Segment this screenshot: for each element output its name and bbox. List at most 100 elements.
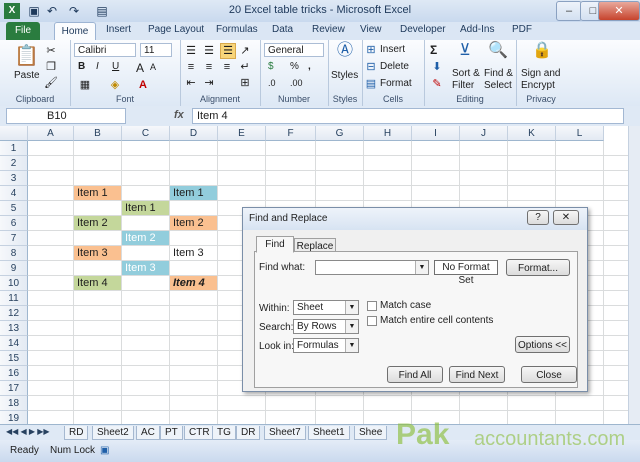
align-center-icon[interactable]: ≡ [202,60,216,74]
sheet-tab-sheet1[interactable]: Sheet1 [308,426,350,440]
fill-icon[interactable]: ⬇ [430,60,444,74]
row-header-5[interactable]: 5 [0,201,28,216]
merge-center-icon[interactable]: ⊞ [238,76,252,90]
sheet-tab-sheet2[interactable]: Sheet2 [92,426,134,440]
tab-add-ins[interactable]: Add-Ins [460,24,494,35]
sheet-tab-ctr[interactable]: CTR [184,426,215,440]
sign-encrypt-icon[interactable]: 🔒 [532,43,552,64]
match-entire-checkbox[interactable] [367,316,377,326]
formula-input[interactable]: Item 4 [192,108,624,124]
tab-insert[interactable]: Insert [106,24,131,35]
font-color-icon[interactable]: A [136,78,150,92]
row-header-16[interactable]: 16 [0,366,28,381]
format-painter-icon[interactable]: 🖌 [44,76,58,90]
row-header-17[interactable]: 17 [0,381,28,396]
shrink-font-button[interactable]: A [150,62,156,72]
sheet-tab-dr[interactable]: DR [236,426,261,440]
cell-b6[interactable]: Item 2 [74,216,121,230]
tab-file[interactable]: File [6,22,40,40]
cell-d8[interactable]: Item 3 [170,246,217,260]
row-header-2[interactable]: 2 [0,156,28,171]
column-header-a[interactable]: A [28,126,74,141]
format-cells-icon[interactable]: ▤ [364,77,378,91]
row-header-9[interactable]: 9 [0,261,28,276]
sort-filter-icon[interactable]: ⊻ [456,43,474,64]
column-header-g[interactable]: G [316,126,364,141]
font-family-select[interactable]: Calibri [74,43,136,57]
comma-button[interactable]: , [308,61,311,72]
clear-icon[interactable]: ✎ [430,77,444,91]
tab-developer[interactable]: Developer [400,24,446,35]
row-header-13[interactable]: 13 [0,321,28,336]
column-header-h[interactable]: H [364,126,412,141]
row-header-8[interactable]: 8 [0,246,28,261]
sheet-tab-sheet7[interactable]: Sheet7 [264,426,306,440]
increase-decimal-button[interactable]: .0 [268,78,276,88]
tab-data[interactable]: Data [272,24,293,35]
row-header-12[interactable]: 12 [0,306,28,321]
find-select-icon[interactable]: 🔍 [488,43,508,64]
fill-color-icon[interactable]: ◈ [108,78,122,92]
orientation-icon[interactable]: ↗ [238,44,252,58]
cell-b10[interactable]: Item 4 [74,276,121,290]
sort-button[interactable]: Sort & [452,68,480,79]
sign-button[interactable]: Sign and [521,68,560,79]
look-in-select[interactable]: Formulas ▼ [293,338,359,353]
row-header-6[interactable]: 6 [0,216,28,231]
row-header-15[interactable]: 15 [0,351,28,366]
match-case-checkbox[interactable] [367,301,377,311]
delete-button[interactable]: Delete [380,61,409,72]
format-dropdown-button[interactable]: Format... [506,259,570,276]
options-button[interactable]: Options << [515,336,570,353]
column-header-l[interactable]: L [556,126,604,141]
sheet-tab-rd[interactable]: RD [64,426,89,440]
column-header-i[interactable]: I [412,126,460,141]
tab-home[interactable]: Home [54,22,96,41]
decrease-decimal-button[interactable]: .00 [290,78,303,88]
look-in-dropdown-icon[interactable]: ▼ [345,339,358,352]
tab-page-layout[interactable]: Page Layout [148,24,204,35]
search-select[interactable]: By Rows ▼ [293,319,359,334]
tab-pdf[interactable]: PDF [512,24,532,35]
tab-find[interactable]: Find [256,236,294,253]
wrap-text-icon[interactable]: ↵ [238,60,252,74]
cell-c9[interactable]: Item 3 [122,261,169,275]
column-header-j[interactable]: J [460,126,508,141]
format-button[interactable]: Format [380,78,412,89]
find-what-input[interactable]: ▼ [315,260,429,275]
underline-button[interactable]: U [112,61,119,72]
encrypt-button[interactable]: Encrypt [521,80,555,91]
select-button[interactable]: Select [484,80,512,91]
find-button[interactable]: Find & [484,68,513,79]
decrease-indent-icon[interactable]: ⇤ [184,76,198,90]
tab-review[interactable]: Review [312,24,345,35]
insert-button[interactable]: Insert [380,44,405,55]
row-header-14[interactable]: 14 [0,336,28,351]
column-header-k[interactable]: K [508,126,556,141]
font-size-select[interactable]: 11 [140,43,172,57]
tab-formulas[interactable]: Formulas [216,24,258,35]
close-button[interactable]: Close [521,366,577,383]
autosum-button[interactable]: Σ [430,43,437,57]
delete-cells-icon[interactable]: ⊟ [364,60,378,74]
currency-button[interactable]: $ [268,61,274,72]
cell-c5[interactable]: Item 1 [122,201,169,215]
cell-b8[interactable]: Item 3 [74,246,121,260]
styles-button[interactable]: Styles [331,70,358,81]
find-next-button[interactable]: Find Next [449,366,505,383]
search-dropdown-icon[interactable]: ▼ [345,320,358,333]
align-bottom-icon[interactable]: ☰ [220,43,236,59]
sheet-tab-shee[interactable]: Shee [354,426,388,440]
within-dropdown-icon[interactable]: ▼ [345,301,358,314]
dialog-help-button[interactable]: ? [527,210,549,225]
dialog-close-icon[interactable]: ✕ [553,210,579,225]
column-header-d[interactable]: D [170,126,218,141]
copy-icon[interactable]: ❐ [44,60,58,74]
align-middle-icon[interactable]: ☰ [202,44,216,58]
cell-b4[interactable]: Item 1 [74,186,121,200]
filter-button[interactable]: Filter [452,80,474,91]
italic-button[interactable]: I [96,61,99,72]
name-box[interactable]: B10 [6,108,126,124]
row-header-3[interactable]: 3 [0,171,28,186]
minimize-button[interactable]: – [556,1,582,21]
